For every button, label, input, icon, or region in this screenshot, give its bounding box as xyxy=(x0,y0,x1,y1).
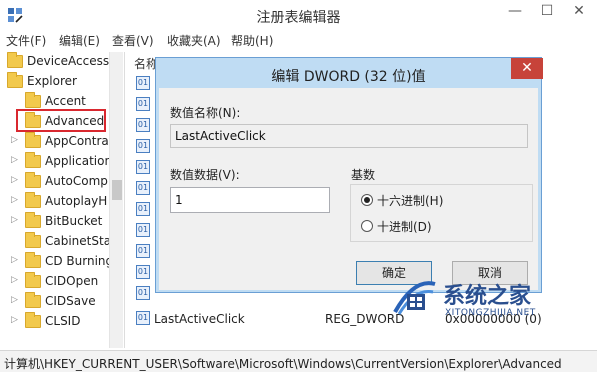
close-button[interactable]: ✕ xyxy=(564,0,594,24)
watermark-chinese-text: 系统之家 xyxy=(443,283,532,309)
tree-item[interactable]: ▷ CIDSave xyxy=(0,292,124,312)
expand-arrow-icon[interactable]: ▷ xyxy=(11,135,18,145)
folder-icon xyxy=(25,232,41,248)
tree-item-label: CLSID xyxy=(45,314,81,328)
dialog-body: 数值名称(N): LastActiveClick 数值数据(V): 1 基数 十… xyxy=(159,88,538,290)
selection-highlight-box xyxy=(16,109,106,132)
tree-item[interactable]: ▷ Application xyxy=(0,152,124,172)
tree-scrollbar[interactable] xyxy=(109,52,123,348)
folder-icon xyxy=(25,92,41,108)
tree-item[interactable]: ▷ CLSID xyxy=(0,312,124,332)
value-name-field: LastActiveClick xyxy=(170,124,528,148)
status-bar-path: 计算机\HKEY_CURRENT_USER\Software\Microsoft… xyxy=(0,350,597,372)
expand-arrow-icon[interactable]: ▷ xyxy=(11,175,18,185)
hex-radio-label[interactable]: 十六进制(H) xyxy=(377,192,443,209)
dword-value-icon: 01 xyxy=(136,223,150,237)
tree-item-label: Application xyxy=(45,154,113,168)
dialog-close-button[interactable]: ✕ xyxy=(511,58,543,79)
tree-item[interactable]: ▷ AutoComp xyxy=(0,172,124,192)
tree-item-label: CD Burning xyxy=(45,254,114,268)
tree-item[interactable]: Explorer xyxy=(0,72,124,92)
folder-icon xyxy=(25,312,41,328)
tree-item[interactable]: ▷ CD Burning xyxy=(0,252,124,272)
tree-item-label: DeviceAccess xyxy=(27,54,110,68)
tree-scroll-thumb[interactable] xyxy=(112,180,122,200)
folder-icon xyxy=(7,72,23,88)
folder-icon xyxy=(25,132,41,148)
expand-arrow-icon[interactable]: ▷ xyxy=(11,275,18,285)
registry-editor-window: 注册表编辑器 — ☐ ✕ 文件(F) 编辑(E) 查看(V) 收藏夹(A) 帮助… xyxy=(0,0,597,372)
dword-value-icon: 01 xyxy=(136,160,150,174)
tree-item-label: CIDOpen xyxy=(45,274,99,288)
value-data-label: 数值数据(V): xyxy=(170,168,240,182)
dword-value-icon: 01 xyxy=(136,76,150,90)
tree-item-label: CabinetSta xyxy=(45,234,112,248)
title-bar: 注册表编辑器 — ☐ ✕ xyxy=(0,0,597,30)
folder-icon xyxy=(25,192,41,208)
tree-item-label: Accent xyxy=(45,94,86,108)
folder-icon xyxy=(7,52,23,68)
tree-item[interactable]: ▷ BitBucket xyxy=(0,212,124,232)
menu-bar: 文件(F) 编辑(E) 查看(V) 收藏夹(A) 帮助(H) xyxy=(0,30,597,50)
tree-item[interactable]: DeviceAccess xyxy=(0,52,124,72)
dword-value-icon: 01 xyxy=(136,118,150,132)
value-row-name[interactable]: LastActiveClick xyxy=(154,312,245,326)
menu-favorites[interactable]: 收藏夹(A) xyxy=(167,32,221,49)
decimal-radio-label[interactable]: 十进制(D) xyxy=(377,218,432,235)
menu-help[interactable]: 帮助(H) xyxy=(231,32,273,49)
dword-value-icon: 01 xyxy=(136,139,150,153)
expand-arrow-icon[interactable]: ▷ xyxy=(11,255,18,265)
tree-item-label: AutoplayH xyxy=(45,194,108,208)
tree-item-label: AppContra xyxy=(45,134,109,148)
hex-radio-button[interactable] xyxy=(361,194,373,206)
expand-arrow-icon[interactable]: ▷ xyxy=(11,315,18,325)
decimal-radio-button[interactable] xyxy=(361,220,373,232)
expand-arrow-icon[interactable]: ▷ xyxy=(11,155,18,165)
dword-value-icon: 01 xyxy=(136,181,150,195)
expand-arrow-icon[interactable]: ▷ xyxy=(11,295,18,305)
expand-arrow-icon[interactable]: ▷ xyxy=(11,215,18,225)
dword-value-icon: 01 xyxy=(136,97,150,111)
watermark-english-text: XITONGZHIJIA.NET xyxy=(445,308,536,318)
maximize-button[interactable]: ☐ xyxy=(532,0,562,24)
folder-icon xyxy=(25,152,41,168)
minimize-button[interactable]: — xyxy=(500,0,530,24)
dword-value-icon: 01 xyxy=(136,311,150,325)
watermark-logo-icon xyxy=(393,281,436,315)
tree-item[interactable]: CabinetSta xyxy=(0,232,124,252)
folder-icon xyxy=(25,212,41,228)
tree-item-label: Explorer xyxy=(27,74,77,88)
menu-file[interactable]: 文件(F) xyxy=(6,32,46,49)
base-group-label: 基数 xyxy=(351,168,376,182)
menu-view[interactable]: 查看(V) xyxy=(112,32,154,49)
tree-item[interactable]: ▷ AutoplayH xyxy=(0,192,124,212)
folder-icon xyxy=(25,172,41,188)
tree-item-label: BitBucket xyxy=(45,214,103,228)
tree-item[interactable]: ▷ CIDOpen xyxy=(0,272,124,292)
expand-arrow-icon[interactable]: ▷ xyxy=(11,195,18,205)
edit-dword-dialog: 编辑 DWORD (32 位)值 ✕ 数值名称(N): LastActiveCl… xyxy=(155,57,543,293)
tree-item-label: AutoComp xyxy=(45,174,108,188)
dword-value-icon: 01 xyxy=(136,265,150,279)
dialog-title: 编辑 DWORD (32 位)值 xyxy=(271,69,426,85)
menu-edit[interactable]: 编辑(E) xyxy=(59,32,100,49)
tree-item-label: CIDSave xyxy=(45,294,96,308)
folder-icon xyxy=(25,252,41,268)
registry-key-tree[interactable]: DeviceAccess Explorer Accent Advanced ▷ … xyxy=(0,52,125,348)
value-name-label: 数值名称(N): xyxy=(170,106,241,120)
folder-icon xyxy=(25,272,41,288)
site-watermark: 系统之家 XITONGZHIJIA.NET xyxy=(385,272,597,332)
folder-icon xyxy=(25,292,41,308)
dword-value-icon: 01 xyxy=(136,202,150,216)
tree-item[interactable]: ▷ AppContra xyxy=(0,132,124,152)
dword-value-icon: 01 xyxy=(136,244,150,258)
dword-value-icon: 01 xyxy=(136,286,150,300)
value-data-input[interactable]: 1 xyxy=(170,187,330,213)
